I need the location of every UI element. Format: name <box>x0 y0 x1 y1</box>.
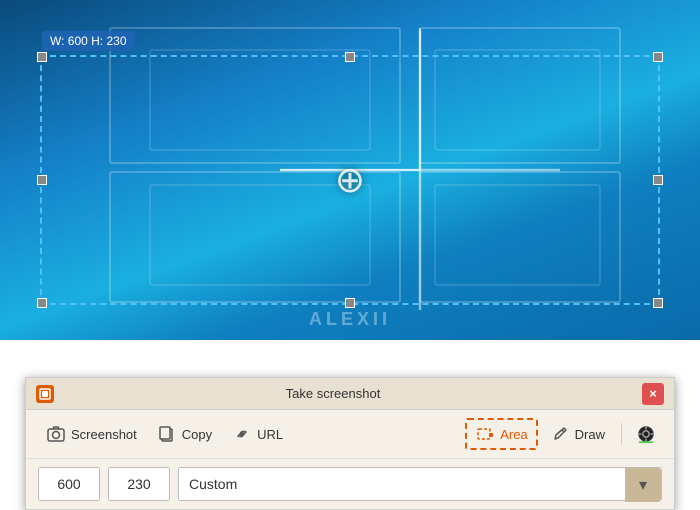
settings-icon <box>636 424 656 444</box>
dialog-toolbar: Screenshot Copy URL <box>26 410 674 459</box>
settings-button[interactable] <box>630 420 662 448</box>
preset-label: Custom <box>189 476 237 492</box>
screenshot-label: Screenshot <box>71 427 137 442</box>
area-icon <box>475 424 495 444</box>
close-button[interactable]: × <box>642 383 664 405</box>
copy-label: Copy <box>182 427 212 442</box>
width-input[interactable] <box>38 467 100 501</box>
watermark-text: ALEXII <box>309 309 391 330</box>
dropdown-arrow: ▾ <box>625 468 661 502</box>
title-left <box>36 385 54 403</box>
height-input[interactable] <box>108 467 170 501</box>
screenshot-button[interactable]: Screenshot <box>38 420 145 448</box>
dialog-title: Take screenshot <box>54 386 612 401</box>
preset-dropdown[interactable]: Custom ▾ <box>178 467 662 501</box>
copy-icon <box>157 424 177 444</box>
copy-button[interactable]: Copy <box>149 420 220 448</box>
dialog-titlebar: Take screenshot × <box>26 378 674 410</box>
link-icon <box>232 424 252 444</box>
url-label: URL <box>257 427 283 442</box>
camera-icon <box>46 424 66 444</box>
dialog-bottom-row: Custom ▾ <box>26 459 674 509</box>
desktop-background: ALEXII <box>0 0 700 340</box>
app-icon <box>36 385 54 403</box>
screenshot-dialog: Take screenshot × Screenshot <box>25 377 675 510</box>
url-button[interactable]: URL <box>224 420 291 448</box>
area-button[interactable]: Area <box>465 418 537 450</box>
draw-icon <box>550 424 570 444</box>
draw-button[interactable]: Draw <box>542 420 613 448</box>
toolbar-separator <box>621 423 622 445</box>
draw-label: Draw <box>575 427 605 442</box>
area-label: Area <box>500 427 527 442</box>
